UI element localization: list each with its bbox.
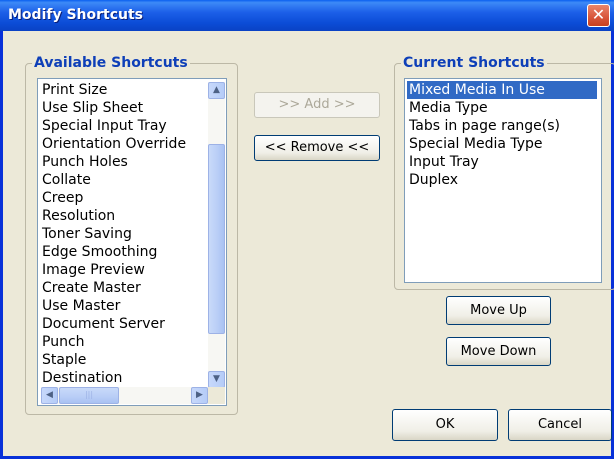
list-item[interactable]: Punch Holes bbox=[40, 153, 205, 171]
current-items: Mixed Media In Use Media Type Tabs in page… bbox=[407, 81, 597, 189]
move-down-button[interactable]: Move Down bbox=[446, 337, 551, 366]
available-horizontal-scrollbar[interactable]: ◀ ||| ▶ bbox=[41, 387, 208, 404]
window-title: Modify Shortcuts bbox=[8, 7, 144, 23]
title-bar[interactable]: Modify Shortcuts ✕ bbox=[0, 0, 614, 31]
scroll-left-button[interactable]: ◀ bbox=[41, 387, 58, 404]
list-item[interactable]: Mixed Media In Use bbox=[407, 81, 597, 99]
list-item[interactable]: Special Media Type bbox=[407, 135, 597, 153]
scroll-right-button[interactable]: ▶ bbox=[191, 387, 208, 404]
available-items: Print Size Use Slip Sheet Special Input Tr… bbox=[40, 81, 205, 387]
list-item[interactable]: Input Tray bbox=[407, 153, 597, 171]
close-icon: ✕ bbox=[591, 5, 606, 24]
scroll-down-button[interactable]: ▼ bbox=[208, 371, 225, 388]
cancel-button[interactable]: Cancel bbox=[508, 409, 612, 441]
list-item[interactable]: Media Type bbox=[407, 99, 597, 117]
chevron-right-icon: ▶ bbox=[196, 390, 203, 400]
add-button[interactable]: >> Add >> bbox=[254, 92, 380, 118]
current-shortcuts-legend: Current Shortcuts bbox=[401, 55, 547, 71]
list-item[interactable]: Use Slip Sheet bbox=[40, 99, 205, 117]
modify-shortcuts-dialog: Modify Shortcuts ✕ Available Shortcuts P… bbox=[0, 0, 614, 459]
list-item[interactable]: Destination bbox=[40, 369, 205, 387]
list-item[interactable]: Image Preview bbox=[40, 261, 205, 279]
list-item[interactable]: Edge Smoothing bbox=[40, 243, 205, 261]
horizontal-scroll-thumb[interactable]: ||| bbox=[59, 387, 119, 404]
vertical-scroll-thumb[interactable] bbox=[208, 144, 225, 334]
close-button[interactable]: ✕ bbox=[587, 4, 610, 27]
list-item[interactable]: Tabs in page range(s) bbox=[407, 117, 597, 135]
list-item[interactable]: Document Server bbox=[40, 315, 205, 333]
list-item[interactable]: Orientation Override bbox=[40, 135, 205, 153]
current-shortcuts-list[interactable]: Mixed Media In Use Media Type Tabs in page… bbox=[404, 78, 602, 283]
available-vertical-scrollbar[interactable]: ▲ ▼ bbox=[208, 82, 225, 388]
list-item[interactable]: Creep bbox=[40, 189, 205, 207]
list-item[interactable]: Create Master bbox=[40, 279, 205, 297]
remove-button[interactable]: << Remove << bbox=[254, 135, 380, 161]
list-item[interactable]: Staple bbox=[40, 351, 205, 369]
list-item[interactable]: Use Master bbox=[40, 297, 205, 315]
list-item[interactable]: Punch bbox=[40, 333, 205, 351]
move-up-button[interactable]: Move Up bbox=[446, 296, 551, 325]
list-item[interactable]: Print Size bbox=[40, 81, 205, 99]
list-item[interactable]: Duplex bbox=[407, 171, 597, 189]
scroll-up-button[interactable]: ▲ bbox=[208, 82, 225, 99]
chevron-down-icon: ▼ bbox=[213, 374, 220, 384]
available-shortcuts-list[interactable]: Print Size Use Slip Sheet Special Input Tr… bbox=[37, 78, 227, 406]
list-item[interactable]: Toner Saving bbox=[40, 225, 205, 243]
grip-icon: ||| bbox=[84, 390, 94, 399]
chevron-up-icon: ▲ bbox=[213, 85, 220, 95]
list-item[interactable]: Special Input Tray bbox=[40, 117, 205, 135]
list-item[interactable]: Collate bbox=[40, 171, 205, 189]
scrollbar-corner bbox=[208, 387, 225, 404]
chevron-left-icon: ◀ bbox=[46, 390, 53, 400]
list-item[interactable]: Resolution bbox=[40, 207, 205, 225]
available-shortcuts-legend: Available Shortcuts bbox=[32, 55, 190, 71]
ok-button[interactable]: OK bbox=[392, 409, 498, 441]
